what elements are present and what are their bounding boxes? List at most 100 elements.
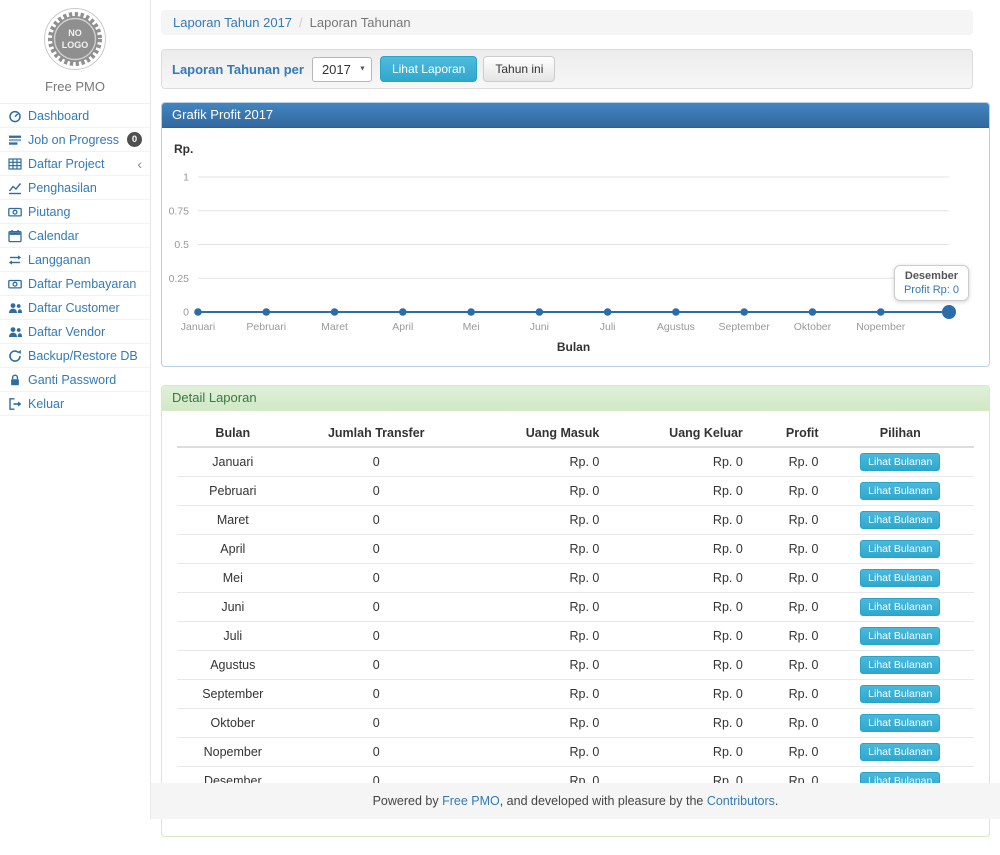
sidebar-item-dashboard[interactable]: Dashboard (0, 104, 150, 128)
table-cell: Rp. 0 (464, 709, 607, 738)
sidebar-item-piutang[interactable]: Piutang (0, 200, 150, 224)
footer-link-freepmo[interactable]: Free PMO (442, 794, 500, 808)
footer-text-prefix: Powered by (373, 794, 442, 808)
sidebar-item-label: Keluar (28, 397, 64, 411)
table-cell-action: Lihat Bulanan (827, 477, 974, 506)
lihat-bulanan-button[interactable]: Lihat Bulanan (860, 482, 940, 500)
y-tick-label: 0.75 (169, 205, 190, 217)
year-select[interactable]: 2017 (312, 57, 372, 82)
table-cell: Rp. 0 (607, 651, 750, 680)
data-point[interactable] (536, 308, 544, 316)
tasks-icon (8, 133, 22, 147)
lihat-bulanan-button[interactable]: Lihat Bulanan (860, 685, 940, 703)
table-cell: April (177, 535, 289, 564)
lihat-bulanan-button[interactable]: Lihat Bulanan (860, 540, 940, 558)
table-cell: Rp. 0 (464, 506, 607, 535)
table-icon (8, 157, 22, 171)
data-point[interactable] (467, 308, 475, 316)
sidebar-item-label: Calendar (28, 229, 79, 243)
data-point[interactable] (399, 308, 407, 316)
data-point-hovered[interactable] (942, 305, 956, 319)
breadcrumb-link[interactable]: Laporan Tahun 2017 (173, 15, 292, 30)
table-row: April0Rp. 0Rp. 0Rp. 0Lihat Bulanan (177, 535, 974, 564)
table-cell: Rp. 0 (607, 709, 750, 738)
table-cell: 0 (289, 506, 464, 535)
table-cell: Rp. 0 (607, 738, 750, 767)
money-icon (8, 277, 22, 291)
table-cell: Rp. 0 (751, 535, 827, 564)
lihat-bulanan-button[interactable]: Lihat Bulanan (860, 511, 940, 529)
footer: Powered by Free PMO, and developed with … (151, 783, 1000, 819)
breadcrumb-current: Laporan Tahunan (310, 15, 411, 30)
view-report-button[interactable]: Lihat Laporan (380, 56, 477, 82)
sidebar-item-label: Piutang (28, 205, 70, 219)
chart-canvas[interactable]: Rp.10.750.50.250JanuariPebruariMaretApri… (162, 128, 989, 366)
table-cell: Rp. 0 (464, 477, 607, 506)
sidebar-item-daftar-pembayaran[interactable]: Daftar Pembayaran (0, 272, 150, 296)
this-year-button[interactable]: Tahun ini (483, 56, 555, 82)
table-cell: Rp. 0 (607, 447, 750, 477)
sidebar-item-label: Daftar Customer (28, 301, 120, 315)
sidebar-item-daftar-customer[interactable]: Daftar Customer (0, 296, 150, 320)
sidebar-item-daftar-project[interactable]: Daftar Project‹ (0, 152, 150, 176)
table-cell: Rp. 0 (751, 564, 827, 593)
table-cell: Januari (177, 447, 289, 477)
data-point[interactable] (262, 308, 270, 316)
table-cell: Rp. 0 (751, 651, 827, 680)
sidebar-item-calendar[interactable]: Calendar (0, 224, 150, 248)
sidebar-item-backup-restore-db[interactable]: Backup/Restore DB (0, 344, 150, 368)
sidebar-item-label: Ganti Password (28, 373, 116, 387)
sidebar-menu: DashboardJob on Progress0Daftar Project‹… (0, 103, 150, 416)
sidebar-item-penghasilan[interactable]: Penghasilan (0, 176, 150, 200)
table-cell: 0 (289, 447, 464, 477)
data-point[interactable] (604, 308, 612, 316)
table-cell: Rp. 0 (464, 738, 607, 767)
lihat-bulanan-button[interactable]: Lihat Bulanan (860, 656, 940, 674)
profit-line-chart[interactable]: Rp.10.750.50.250JanuariPebruariMaretApri… (162, 128, 989, 366)
sidebar-item-label: Daftar Vendor (28, 325, 105, 339)
data-point[interactable] (194, 308, 202, 316)
data-point[interactable] (331, 308, 339, 316)
calendar-icon (8, 229, 22, 243)
lihat-bulanan-button[interactable]: Lihat Bulanan (860, 569, 940, 587)
table-cell: Rp. 0 (607, 564, 750, 593)
table-cell: Rp. 0 (607, 680, 750, 709)
data-point[interactable] (877, 308, 885, 316)
tooltip-title: Desember (904, 270, 959, 282)
table-cell: 0 (289, 738, 464, 767)
table-cell-action: Lihat Bulanan (827, 622, 974, 651)
x-tick-label: September (718, 321, 770, 333)
lihat-bulanan-button[interactable]: Lihat Bulanan (860, 743, 940, 761)
sidebar-item-daftar-vendor[interactable]: Daftar Vendor (0, 320, 150, 344)
x-tick-label: Mei (463, 321, 480, 333)
column-header-jumlah-transfer: Jumlah Transfer (289, 420, 464, 447)
sidebar-item-job-on-progress[interactable]: Job on Progress0 (0, 128, 150, 152)
chart-tooltip: Desember Profit Rp: 0 (894, 265, 969, 301)
table-cell: 0 (289, 535, 464, 564)
sidebar-item-ganti-password[interactable]: Ganti Password (0, 368, 150, 392)
data-point[interactable] (809, 308, 817, 316)
sidebar-item-langganan[interactable]: Langganan (0, 248, 150, 272)
svg-text:NO: NO (68, 28, 82, 38)
lihat-bulanan-button[interactable]: Lihat Bulanan (860, 627, 940, 645)
lihat-bulanan-button[interactable]: Lihat Bulanan (860, 598, 940, 616)
lihat-bulanan-button[interactable]: Lihat Bulanan (860, 714, 940, 732)
table-cell: Rp. 0 (607, 535, 750, 564)
data-point[interactable] (672, 308, 680, 316)
data-point[interactable] (740, 308, 748, 316)
chart-panel-title: Grafik Profit 2017 (162, 103, 989, 128)
table-row: Januari0Rp. 0Rp. 0Rp. 0Lihat Bulanan (177, 447, 974, 477)
y-tick-label: 1 (183, 172, 189, 184)
detail-report-panel: Detail Laporan BulanJumlah TransferUang … (161, 385, 990, 837)
lihat-bulanan-button[interactable]: Lihat Bulanan (860, 453, 940, 471)
column-header-uang-masuk: Uang Masuk (464, 420, 607, 447)
column-header-pilihan: Pilihan (827, 420, 974, 447)
table-cell: 0 (289, 680, 464, 709)
lock-icon (8, 373, 22, 387)
footer-link-contributors[interactable]: Contributors (707, 794, 775, 808)
x-tick-label: Pebruari (246, 321, 286, 333)
table-cell: Rp. 0 (464, 651, 607, 680)
x-axis-title: Bulan (557, 340, 590, 354)
column-header-bulan: Bulan (177, 420, 289, 447)
sidebar-item-keluar[interactable]: Keluar (0, 392, 150, 416)
